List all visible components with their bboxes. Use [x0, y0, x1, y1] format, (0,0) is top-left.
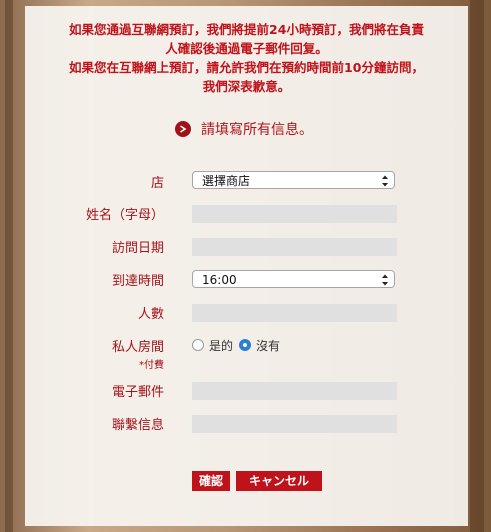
- people-label: 人數: [137, 307, 164, 322]
- private-room-fee-note: *付費: [139, 360, 164, 371]
- cancel-button[interactable]: キャンセル: [236, 471, 322, 491]
- name-field[interactable]: [192, 205, 397, 223]
- private-room-options: 是的 沒有: [192, 337, 280, 353]
- form-heading-text: 請填寫所有信息。: [201, 122, 313, 138]
- select-arrows-icon: [382, 274, 388, 286]
- confirm-button[interactable]: 確認: [192, 471, 230, 491]
- arrival-time-value: 16:00: [202, 273, 237, 287]
- select-arrows-icon: [382, 175, 388, 187]
- email-field[interactable]: [192, 382, 397, 400]
- visit-date-field[interactable]: [192, 238, 397, 256]
- arrival-time-label: 到達時間: [111, 274, 164, 289]
- contact-field[interactable]: [192, 415, 397, 433]
- contact-label: 聯繫信息: [111, 418, 164, 433]
- private-room-yes-radio[interactable]: [192, 339, 204, 351]
- arrival-time-select[interactable]: 16:00: [192, 270, 395, 288]
- private-room-yes-label: 是的: [209, 338, 234, 353]
- private-room-label: 私人房間: [111, 340, 164, 355]
- private-room-no-label: 沒有: [256, 338, 281, 353]
- reservation-notice: 如果您通過互聯網預訂，我們將提前24小時預訂，我們將在負責 人確認後通過電子郵件…: [37, 20, 456, 96]
- store-label: 店: [150, 176, 164, 191]
- reservation-panel: 如果您通過互聯網預訂，我們將提前24小時預訂，我們將在負責 人確認後通過電子郵件…: [25, 6, 468, 526]
- notice-line-3: 如果您在互聯網上預訂，請允許我們在預約時間前10分鐘訪問，: [69, 60, 424, 75]
- store-select[interactable]: 選擇商店: [192, 171, 395, 189]
- notice-line-2: 人確認後通過電子郵件回复。: [165, 41, 328, 56]
- notice-line-1: 如果您通過互聯網預訂，我們將提前24小時預訂，我們將在負責: [69, 22, 424, 37]
- email-label: 電子郵件: [111, 385, 164, 400]
- private-room-no-radio[interactable]: [239, 339, 252, 351]
- store-select-value: 選擇商店: [202, 174, 251, 188]
- play-circle-icon: [175, 121, 191, 137]
- notice-line-4: 我們深表歉意。: [202, 79, 291, 94]
- people-field[interactable]: [192, 304, 397, 322]
- name-label: 姓名（字母）: [85, 208, 164, 223]
- form-heading: 請填寫所有信息。: [175, 119, 313, 139]
- visit-date-label: 訪問日期: [111, 241, 164, 256]
